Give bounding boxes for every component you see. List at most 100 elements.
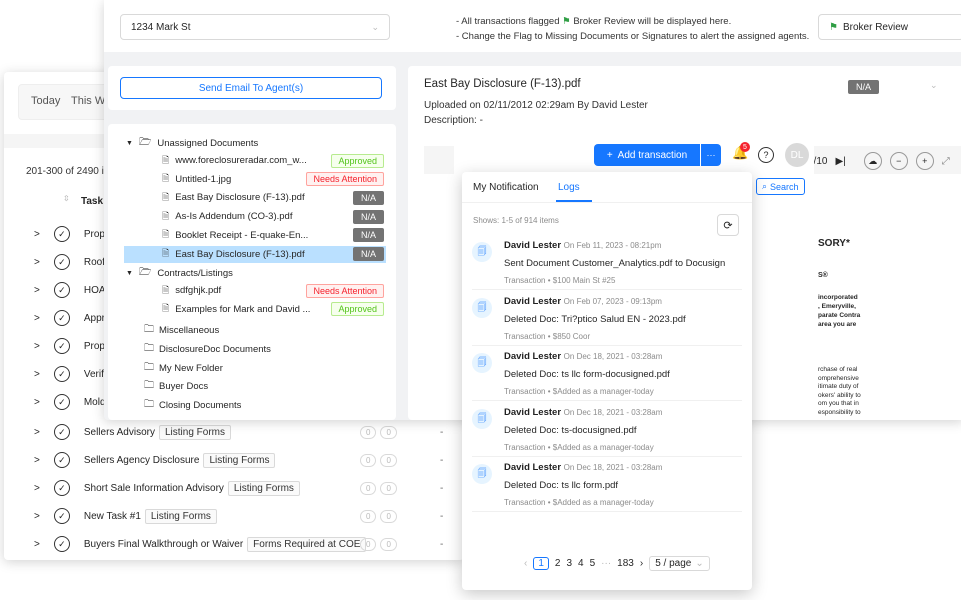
- more-actions-button[interactable]: ···: [701, 144, 721, 166]
- table-row[interactable]: > ✓ Mold: [34, 394, 106, 410]
- attachment-count-pill[interactable]: 0: [380, 509, 397, 523]
- page-1[interactable]: 1: [533, 557, 549, 570]
- address-select[interactable]: 1234 Mark St ⌄: [120, 14, 390, 40]
- page-2[interactable]: 2: [555, 558, 561, 569]
- expand-icon[interactable]: >: [34, 341, 40, 352]
- folder-item[interactable]: 🗀 Buyer Docs: [144, 378, 208, 395]
- table-row[interactable]: > ✓ Sellers Advisory Listing Forms 0 0 -: [34, 424, 454, 440]
- page-3[interactable]: 3: [566, 558, 572, 569]
- send-email-button[interactable]: Send Email To Agent(s): [120, 77, 382, 99]
- folder-item[interactable]: 🗀 DisclosureDoc Documents: [144, 341, 271, 358]
- log-item[interactable]: 🗐 David Lester On Dec 18, 2021 - 03:28am D…: [472, 349, 742, 401]
- check-circle-icon[interactable]: ✓: [53, 394, 70, 410]
- check-circle-icon[interactable]: ✓: [53, 424, 70, 440]
- file-status-badge[interactable]: Approved: [331, 302, 384, 317]
- file-status-badge[interactable]: N/A: [352, 228, 384, 243]
- expand-icon[interactable]: >: [34, 455, 40, 466]
- fullscreen-icon[interactable]: ⤢: [942, 156, 950, 167]
- tab-my-notification[interactable]: My Notification: [473, 182, 539, 193]
- check-circle-icon[interactable]: ✓: [53, 310, 70, 326]
- file-status-badge[interactable]: N/A: [352, 247, 384, 261]
- file-row[interactable]: 🗎 East Bay Disclosure (F-13).pdf N/A: [124, 189, 386, 206]
- log-item[interactable]: 🗐 David Lester On Feb 07, 2023 - 09:13pm D…: [472, 294, 742, 346]
- table-row[interactable]: > ✓ New Task #1 Listing Forms 0 0 -: [34, 508, 454, 524]
- file-status-badge[interactable]: Needs Attention: [306, 283, 384, 298]
- file-row[interactable]: 🗎 www.foreclosureradar.com_w... Approved: [124, 152, 386, 169]
- page-size-select[interactable]: 5 / page ⌄: [649, 556, 710, 571]
- chevron-down-icon[interactable]: ⌄: [930, 80, 938, 91]
- check-circle-icon[interactable]: ✓: [53, 536, 70, 552]
- log-item[interactable]: 🗐 David Lester On Dec 18, 2021 - 03:28am D…: [472, 460, 742, 512]
- log-item[interactable]: 🗐 David Lester On Dec 18, 2021 - 03:28am D…: [472, 405, 742, 457]
- expand-icon[interactable]: >: [34, 427, 40, 438]
- expand-icon[interactable]: >: [34, 313, 40, 324]
- flag-select[interactable]: ⚑ Broker Review: [818, 14, 961, 40]
- expand-icon[interactable]: >: [34, 483, 40, 494]
- filter-today[interactable]: Today: [31, 95, 60, 107]
- pagination-ellipsis[interactable]: ···: [601, 558, 611, 569]
- add-transaction-button[interactable]: + Add transaction: [594, 144, 700, 166]
- check-circle-icon[interactable]: ✓: [53, 282, 70, 298]
- attachment-count-pill[interactable]: 0: [380, 425, 397, 439]
- file-status-badge[interactable]: Needs Attention: [306, 172, 384, 187]
- sort-icon[interactable]: ⇳: [63, 194, 70, 203]
- file-status-badge[interactable]: Approved: [331, 153, 384, 168]
- comment-count-pill[interactable]: 0: [360, 425, 377, 439]
- file-row[interactable]: 🗎 Booklet Receipt - E-quake-En... N/A: [124, 227, 386, 244]
- table-row[interactable]: > ✓ Appra: [34, 310, 111, 326]
- attachment-count-pill[interactable]: 0: [380, 481, 397, 495]
- prev-page-icon[interactable]: ‹: [524, 558, 527, 569]
- folder-item[interactable]: 🗀 Closing Documents: [144, 397, 241, 414]
- file-row[interactable]: 🗎 Untitled-1.jpg Needs Attention: [124, 171, 386, 188]
- check-circle-icon[interactable]: ✓: [53, 366, 70, 382]
- page-5[interactable]: 5: [590, 558, 596, 569]
- file-row[interactable]: 🗎 East Bay Disclosure (F-13).pdf N/A: [124, 245, 386, 263]
- expand-icon[interactable]: >: [34, 397, 40, 408]
- file-status-badge[interactable]: N/A: [352, 190, 384, 205]
- table-row[interactable]: > ✓ Verifi: [34, 366, 106, 382]
- expand-icon[interactable]: >: [34, 511, 40, 522]
- next-page-icon[interactable]: ›: [640, 558, 643, 569]
- zoom-in-icon[interactable]: +: [915, 152, 934, 170]
- folder-unassigned[interactable]: ▼ 🗁 Unassigned Documents: [126, 135, 258, 152]
- tab-logs[interactable]: Logs: [558, 182, 580, 193]
- comment-count-pill[interactable]: 0: [360, 453, 377, 467]
- expand-icon[interactable]: >: [34, 229, 40, 240]
- table-row[interactable]: > ✓ Prope: [34, 338, 111, 354]
- table-row[interactable]: > ✓ Roof: [34, 254, 105, 270]
- comment-count-pill[interactable]: 0: [360, 509, 377, 523]
- help-icon[interactable]: ?: [758, 147, 774, 163]
- folder-item[interactable]: 🗀 Miscellaneous: [144, 322, 219, 339]
- table-row[interactable]: > ✓ Sellers Agency Disclosure Listing Forms…: [34, 452, 454, 468]
- check-circle-icon[interactable]: ✓: [53, 452, 70, 468]
- file-row[interactable]: 🗎 As-Is Addendum (CO-3).pdf N/A: [124, 208, 386, 225]
- check-circle-icon[interactable]: ✓: [53, 338, 70, 354]
- avatar[interactable]: DL: [785, 143, 809, 167]
- check-circle-icon[interactable]: ✓: [53, 254, 70, 270]
- next-page-icon[interactable]: ▶|: [835, 156, 845, 167]
- folder-item[interactable]: 🗀 My New Folder: [144, 360, 223, 377]
- folder-contracts[interactable]: ▼ 🗁 Contracts/Listings: [126, 265, 233, 282]
- table-row[interactable]: > ✓ Buyers Final Walkthrough or Waiver Form…: [34, 536, 454, 552]
- expand-icon[interactable]: >: [34, 539, 40, 550]
- expand-icon[interactable]: >: [34, 285, 40, 296]
- expand-icon[interactable]: >: [34, 257, 40, 268]
- check-circle-icon[interactable]: ✓: [53, 508, 70, 524]
- pdf-search-button[interactable]: ⌕ Search: [756, 178, 805, 195]
- page-4[interactable]: 4: [578, 558, 584, 569]
- file-row[interactable]: 🗎 sdfghjk.pdf Needs Attention: [124, 282, 386, 299]
- table-row[interactable]: > ✓ Prope: [34, 226, 111, 242]
- page-last[interactable]: 183: [617, 558, 634, 569]
- file-row[interactable]: 🗎 Examples for Mark and David ... Approved: [124, 301, 386, 318]
- attachment-count-pill[interactable]: 0: [380, 453, 397, 467]
- check-circle-icon[interactable]: ✓: [53, 480, 70, 496]
- table-row[interactable]: > ✓ HOA: [34, 282, 106, 298]
- file-status-badge[interactable]: N/A: [352, 209, 384, 224]
- log-item[interactable]: 🗐 David Lester On Feb 11, 2023 - 08:21pm S…: [472, 238, 742, 290]
- attachment-count-pill[interactable]: 0: [380, 537, 397, 551]
- expand-icon[interactable]: >: [34, 369, 40, 380]
- table-row[interactable]: > ✓ Short Sale Information Advisory Listing…: [34, 480, 454, 496]
- download-icon[interactable]: ☁: [863, 152, 882, 170]
- comment-count-pill[interactable]: 0: [360, 537, 377, 551]
- zoom-out-icon[interactable]: −: [889, 152, 908, 170]
